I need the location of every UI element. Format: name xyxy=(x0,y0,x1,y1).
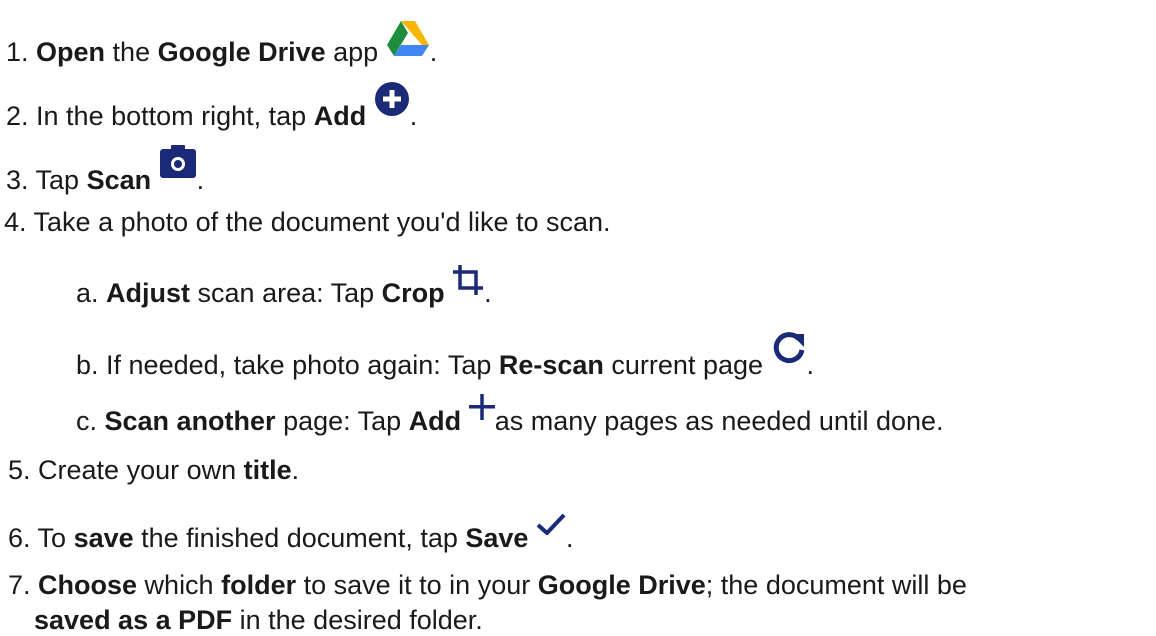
step-text: in the desired folder. xyxy=(232,605,483,635)
step-text: If needed, take photo again: Tap xyxy=(106,350,499,380)
step-line: 3. Tap Scan . xyxy=(6,145,205,196)
step-number: c. xyxy=(76,406,105,436)
step-line: 4. Take a photo of the document you'd li… xyxy=(4,206,611,238)
step-number: a. xyxy=(76,278,107,308)
step-number: 4. xyxy=(4,207,34,237)
camera-icon xyxy=(159,145,197,179)
step-number: 1. xyxy=(6,37,37,67)
step-line: c. Scan another page: Tap Add as many pa… xyxy=(76,394,944,437)
step-text: the finished document, tap xyxy=(133,523,466,553)
step-text xyxy=(528,523,536,553)
bold-text: Choose xyxy=(38,570,138,600)
step-text: as many pages as needed until done. xyxy=(494,406,944,436)
step-number: b. xyxy=(76,350,107,380)
step-text xyxy=(366,101,374,131)
bold-text: Open xyxy=(36,37,106,67)
step-text: . xyxy=(565,523,574,553)
step-text: to save it to in your xyxy=(296,570,538,600)
step-text: To xyxy=(37,523,74,553)
bold-text: Save xyxy=(465,523,529,553)
step-text: . xyxy=(291,455,300,485)
step-number: 2. xyxy=(6,101,37,131)
step-text: Create your own xyxy=(38,455,244,485)
step-number: 3. xyxy=(6,165,36,195)
step-text: . xyxy=(806,350,815,380)
step-line: 5. Create your own title. xyxy=(8,454,299,486)
step-text xyxy=(461,406,469,436)
step-text: the xyxy=(105,37,158,67)
bold-text: Scan xyxy=(86,165,152,195)
bold-text: Add xyxy=(313,101,367,131)
step-line: 6. To save the finished document, tap Sa… xyxy=(8,513,574,554)
step-text xyxy=(151,165,159,195)
step-text: . xyxy=(196,165,205,195)
step-text xyxy=(445,278,453,308)
step-text: ; the document will be xyxy=(705,570,967,600)
step-text: page: Tap xyxy=(275,406,409,436)
step-line: saved as a PDF in the desired folder. xyxy=(34,604,483,636)
step-line: 2. In the bottom right, tap Add . xyxy=(6,82,418,132)
step-text: Tap xyxy=(35,165,87,195)
bold-text: Add xyxy=(408,406,462,436)
bold-text: Google Drive xyxy=(157,37,326,67)
step-text: scan area: Tap xyxy=(190,278,382,308)
step-text: . xyxy=(409,101,418,131)
refresh-icon xyxy=(771,330,807,366)
step-line: b. If needed, take photo again: Tap Re-s… xyxy=(76,332,815,381)
bold-text: Scan another xyxy=(104,406,276,436)
add-circle-icon xyxy=(374,81,410,117)
crop-icon xyxy=(452,264,484,296)
step-number: 6. xyxy=(8,523,38,553)
step-text: which xyxy=(137,570,222,600)
step-text: current page xyxy=(603,350,771,380)
step-line: a. Adjust scan area: Tap Crop . xyxy=(76,265,492,309)
step-number: 7. xyxy=(8,570,39,600)
step-text: In the bottom right, tap xyxy=(36,101,314,131)
bold-text: Re-scan xyxy=(498,350,604,380)
step-text: app xyxy=(325,37,386,67)
step-line: 1. Open the Google Drive app . xyxy=(6,21,438,68)
plus-icon xyxy=(468,394,495,420)
step-text: . xyxy=(484,278,492,308)
bold-text: Google Drive xyxy=(537,570,706,600)
checkmark-icon xyxy=(536,513,566,535)
step-line: 7. Choose which folder to save it to in … xyxy=(8,569,967,601)
bold-text: Crop xyxy=(381,278,445,308)
google-drive-icon xyxy=(386,19,430,57)
bold-text: folder xyxy=(221,570,297,600)
bold-text: saved as a PDF xyxy=(34,605,233,635)
step-text: . xyxy=(429,37,438,67)
bold-text: Adjust xyxy=(106,278,191,308)
step-text: Take a photo of the document you'd like … xyxy=(33,207,611,237)
step-number: 5. xyxy=(8,455,39,485)
bold-text: save xyxy=(73,523,134,553)
bold-text: title xyxy=(243,455,292,485)
